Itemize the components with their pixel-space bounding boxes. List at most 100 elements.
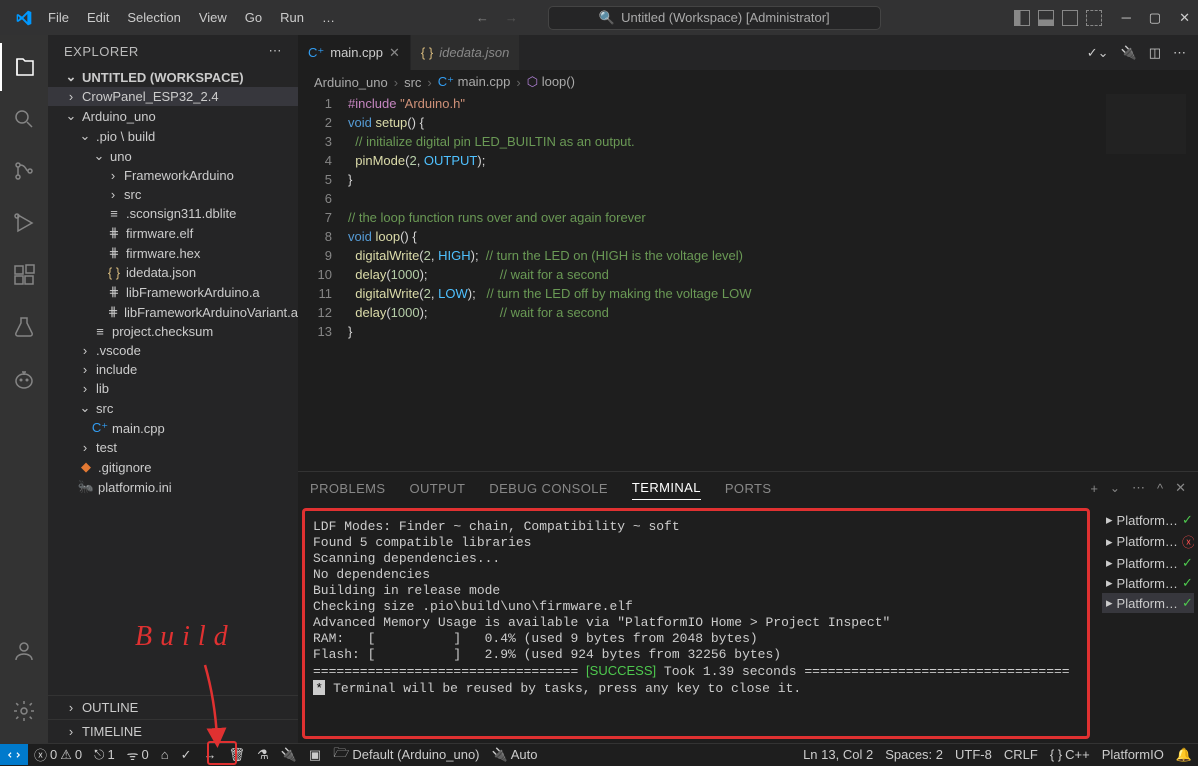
account-activity-icon[interactable]: [0, 627, 48, 675]
nav-back-icon[interactable]: ←: [476, 10, 489, 25]
minimap[interactable]: [1106, 94, 1186, 154]
pio-env-button[interactable]: 🗁Default (Arduino_uno): [327, 744, 485, 765]
file-idedata-json[interactable]: { }idedata.json: [48, 263, 298, 282]
diff-icon[interactable]: ✓⌄: [1087, 45, 1109, 61]
layout-left-icon[interactable]: [1014, 10, 1030, 26]
layout-bottom-icon[interactable]: [1038, 10, 1054, 26]
panel-tab-debug-console[interactable]: DEBUG CONSOLE: [489, 477, 608, 500]
pio-build-button[interactable]: ✓: [175, 744, 198, 765]
code-content[interactable]: #include "Arduino.h" void setup() { // i…: [348, 94, 1198, 471]
terminal-list-item[interactable]: ▸Platform…ⓧ: [1102, 530, 1194, 553]
command-center[interactable]: 🔍 Untitled (Workspace) [Administrator]: [548, 6, 881, 30]
file-project-checksum[interactable]: ≡project.checksum: [48, 322, 298, 341]
language-status[interactable]: { } C++: [1044, 744, 1096, 765]
tab-idedata-json[interactable]: { }idedata.json: [411, 35, 520, 70]
breadcrumb-item[interactable]: C⁺ main.cpp: [438, 74, 511, 90]
folder-arduino-uno[interactable]: ⌄Arduino_uno: [48, 106, 298, 126]
panel-tab-output[interactable]: OUTPUT: [409, 477, 465, 500]
breadcrumb[interactable]: Arduino_uno›src›C⁺ main.cpp›⬡ loop(): [298, 70, 1198, 94]
folder-src[interactable]: ›src: [48, 185, 298, 204]
encoding-status[interactable]: UTF-8: [949, 744, 998, 765]
explorer-more-icon[interactable]: ⋯: [269, 43, 283, 59]
file--gitignore[interactable]: ◆.gitignore: [48, 457, 298, 477]
pio-monitor-button[interactable]: 🔌: [275, 744, 303, 765]
file-libframeworkarduino-a[interactable]: ⋕libFrameworkArduino.a: [48, 282, 298, 302]
menu-selection[interactable]: Selection: [119, 6, 188, 29]
tab-main-cpp[interactable]: C⁺main.cpp✕: [298, 35, 411, 70]
eol-status[interactable]: CRLF: [998, 744, 1044, 765]
folder-frameworkarduino[interactable]: ›FrameworkArduino: [48, 166, 298, 185]
ports-status[interactable]: ⎋1: [88, 744, 121, 765]
outline-section[interactable]: › OUTLINE: [48, 695, 298, 719]
panel-more-icon[interactable]: ⋯: [1132, 480, 1145, 496]
menu-file[interactable]: File: [40, 6, 77, 29]
code-editor[interactable]: 12345678910111213 #include "Arduino.h" v…: [298, 94, 1198, 471]
timeline-section[interactable]: › TIMELINE: [48, 719, 298, 743]
debug-activity-icon[interactable]: [0, 199, 48, 247]
more-icon[interactable]: ⋯: [1173, 45, 1186, 61]
test-activity-icon[interactable]: [0, 303, 48, 351]
cursor-position[interactable]: Ln 13, Col 2: [797, 744, 879, 765]
file-main-cpp[interactable]: C⁺main.cpp: [48, 418, 298, 438]
remote-button[interactable]: [0, 744, 28, 765]
panel-tab-problems[interactable]: PROBLEMS: [310, 477, 385, 500]
tab-close-icon[interactable]: ✕: [389, 45, 400, 61]
maximize-panel-icon[interactable]: ^: [1157, 481, 1163, 496]
folder--pio---build[interactable]: ⌄.pio \ build: [48, 126, 298, 146]
search-activity-icon[interactable]: [0, 95, 48, 143]
pio-terminal-button[interactable]: ▣: [303, 744, 327, 765]
panel-tab-ports[interactable]: PORTS: [725, 477, 772, 500]
close-window-icon[interactable]: ✕: [1179, 10, 1190, 26]
pio-port-button[interactable]: 🔌Auto: [486, 744, 544, 765]
folder-lib[interactable]: ›lib: [48, 379, 298, 398]
breadcrumb-item[interactable]: Arduino_uno: [314, 75, 388, 90]
breadcrumb-item[interactable]: src: [404, 75, 421, 90]
notifications-icon[interactable]: 🔔: [1170, 744, 1198, 765]
pio-test-button[interactable]: ⚗: [251, 744, 275, 765]
indentation-status[interactable]: Spaces: 2: [879, 744, 949, 765]
pio-home-button[interactable]: ⌂: [155, 744, 175, 765]
terminal-list-item[interactable]: ▸Platform…✓: [1102, 593, 1194, 613]
folder-include[interactable]: ›include: [48, 360, 298, 379]
platformio-status[interactable]: PlatformIO: [1096, 744, 1170, 765]
file-firmware-hex[interactable]: ⋕firmware.hex: [48, 243, 298, 263]
menu-edit[interactable]: Edit: [79, 6, 117, 29]
menu-run[interactable]: Run: [272, 6, 312, 29]
errors-status[interactable]: ⓧ0 ⚠0: [28, 744, 88, 765]
split-terminal-icon[interactable]: ⌄: [1110, 481, 1120, 495]
terminal-list-item[interactable]: ▸Platform…✓: [1102, 510, 1194, 530]
folder-test[interactable]: ›test: [48, 438, 298, 457]
terminal-output[interactable]: LDF Modes: Finder ~ chain, Compatibility…: [302, 508, 1090, 739]
minimize-icon[interactable]: ─: [1122, 10, 1131, 25]
folder-uno[interactable]: ⌄uno: [48, 146, 298, 166]
radio-status[interactable]: ᯤ0: [121, 744, 155, 765]
file-libframeworkarduinovariant-a[interactable]: ⋕libFrameworkArduinoVariant.a: [48, 302, 298, 322]
layout-right-icon[interactable]: [1062, 10, 1078, 26]
folder-crowpanel-esp32-2-4[interactable]: ›CrowPanel_ESP32_2.4: [48, 87, 298, 106]
file--sconsign311-dblite[interactable]: ≡.sconsign311.dblite: [48, 204, 298, 223]
menu-…[interactable]: …: [314, 6, 343, 29]
close-panel-icon[interactable]: ✕: [1175, 480, 1186, 496]
terminal-list-item[interactable]: ▸Platform…✓: [1102, 553, 1194, 573]
menu-go[interactable]: Go: [237, 6, 270, 29]
pio-clean-button[interactable]: 🗑: [223, 744, 252, 765]
nav-forward-icon[interactable]: →: [505, 10, 518, 25]
settings-activity-icon[interactable]: [0, 687, 48, 735]
split-icon[interactable]: ◫: [1149, 45, 1161, 61]
extensions-activity-icon[interactable]: [0, 251, 48, 299]
pio-upload-button[interactable]: →: [198, 744, 223, 765]
new-terminal-icon[interactable]: +: [1090, 481, 1098, 496]
maximize-icon[interactable]: ▢: [1149, 10, 1161, 26]
file-platformio-ini[interactable]: 🐜platformio.ini: [48, 477, 298, 497]
folder--vscode[interactable]: ›.vscode: [48, 341, 298, 360]
terminal-list-item[interactable]: ▸Platform…✓: [1102, 573, 1194, 593]
file-firmware-elf[interactable]: ⋕firmware.elf: [48, 223, 298, 243]
layout-custom-icon[interactable]: [1086, 10, 1102, 26]
explorer-activity-icon[interactable]: [0, 43, 48, 91]
menu-view[interactable]: View: [191, 6, 235, 29]
workspace-root[interactable]: ⌄ UNTITLED (WORKSPACE): [48, 67, 298, 87]
scm-activity-icon[interactable]: [0, 147, 48, 195]
platformio-activity-icon[interactable]: [0, 355, 48, 403]
folder-src[interactable]: ⌄src: [48, 398, 298, 418]
plug-icon[interactable]: 🔌: [1121, 45, 1137, 61]
